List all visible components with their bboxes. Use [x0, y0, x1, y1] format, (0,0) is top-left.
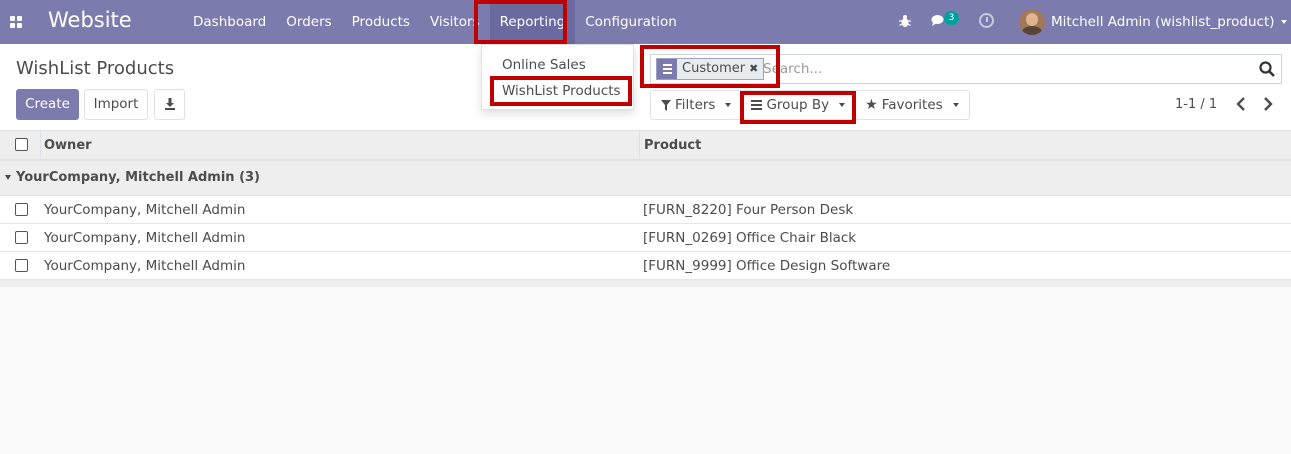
star-icon: ★: [865, 97, 878, 113]
menu-reporting[interactable]: Reporting: [489, 0, 576, 44]
search-icon[interactable]: [1259, 61, 1275, 77]
menu-orders[interactable]: Orders: [276, 0, 341, 44]
row-checkbox[interactable]: [15, 259, 28, 272]
table-row[interactable]: YourCompany, Mitchell Admin [FURN_8220] …: [0, 196, 1291, 224]
product-cell: [FURN_9999] Office Design Software: [643, 258, 891, 274]
filters-label: Filters: [675, 97, 716, 113]
facet-remove-icon[interactable]: ✖: [749, 59, 763, 79]
owner-cell: YourCompany, Mitchell Admin: [44, 258, 246, 274]
owner-cell: YourCompany, Mitchell Admin: [44, 202, 246, 218]
group-row[interactable]: YourCompany, Mitchell Admin (3): [0, 161, 1291, 196]
menu-wishlist-products[interactable]: WishList Products: [502, 83, 621, 99]
filter-icon: [661, 99, 671, 111]
facet-label: Customer: [682, 61, 746, 76]
group-label: YourCompany, Mitchell Admin (3): [5, 161, 260, 195]
group-by-button[interactable]: Group By: [741, 91, 855, 119]
reporting-dropdown: Online Sales WishList Products: [481, 44, 634, 110]
group-by-icon: [751, 100, 763, 110]
search-options: Filters Group By ★ Favorites: [650, 90, 970, 120]
group-label-text: YourCompany, Mitchell Admin (3): [16, 170, 260, 185]
caret-down-icon: [5, 175, 11, 180]
row-checkbox[interactable]: [15, 231, 28, 244]
main-menu: Dashboard Orders Products Visitors Repor…: [183, 0, 687, 44]
column-separator: [639, 131, 640, 161]
table-row[interactable]: YourCompany, Mitchell Admin [FURN_9999] …: [0, 252, 1291, 280]
chevron-left-icon[interactable]: [1231, 94, 1251, 114]
group-by-caret-icon: [839, 103, 846, 107]
filters-button[interactable]: Filters: [651, 91, 741, 119]
favorites-label: Favorites: [881, 97, 943, 113]
group-by-label: Group By: [766, 97, 830, 113]
top-navbar: Website Dashboard Orders Products Visito…: [0, 0, 1291, 44]
column-header-product[interactable]: Product: [644, 131, 701, 161]
pager-value[interactable]: 1-1 / 1: [1175, 97, 1217, 112]
activity-clock-icon[interactable]: [979, 13, 994, 28]
menu-online-sales[interactable]: Online Sales: [502, 57, 586, 73]
search-box: Customer ✖: [650, 54, 1282, 84]
search-input[interactable]: [763, 59, 1243, 79]
user-caret-icon: [1280, 20, 1287, 24]
user-menu[interactable]: Mitchell Admin (wishlist_product): [1051, 0, 1287, 44]
table-row[interactable]: YourCompany, Mitchell Admin [FURN_0269] …: [0, 224, 1291, 252]
select-all-checkbox[interactable]: [15, 138, 28, 151]
list-view: Owner Product YourCompany, Mitchell Admi…: [0, 131, 1291, 287]
chevron-right-icon[interactable]: [1258, 94, 1278, 114]
chat-count-badge: 3: [944, 11, 959, 25]
app-name[interactable]: Website: [48, 8, 132, 32]
control-panel: WishList Products Create Import Customer…: [0, 44, 1291, 131]
bug-icon[interactable]: [899, 14, 911, 28]
column-header-owner[interactable]: Owner: [44, 131, 92, 161]
product-cell: [FURN_0269] Office Chair Black: [643, 230, 857, 246]
column-separator: [40, 131, 41, 161]
menu-configuration[interactable]: Configuration: [575, 0, 687, 44]
export-button[interactable]: [154, 89, 185, 120]
user-avatar[interactable]: [1019, 9, 1045, 35]
table-header: Owner Product: [0, 131, 1291, 161]
create-button[interactable]: Create: [16, 89, 79, 120]
product-cell: [FURN_8220] Four Person Desk: [643, 202, 854, 218]
user-name-label: Mitchell Admin (wishlist_product): [1051, 14, 1275, 30]
filters-caret-icon: [725, 103, 732, 107]
row-checkbox[interactable]: [15, 203, 28, 216]
group-by-facet-icon: [657, 59, 677, 79]
search-facet-customer: Customer ✖: [656, 58, 765, 80]
menu-dashboard[interactable]: Dashboard: [183, 0, 276, 44]
owner-cell: YourCompany, Mitchell Admin: [44, 230, 246, 246]
menu-products[interactable]: Products: [342, 0, 420, 44]
favorites-caret-icon: [952, 103, 959, 107]
download-icon: [165, 98, 175, 110]
table-footer: [0, 280, 1291, 287]
apps-grid-icon[interactable]: [10, 16, 22, 28]
page-title: WishList Products: [16, 58, 175, 79]
import-button[interactable]: Import: [84, 89, 148, 120]
favorites-button[interactable]: ★ Favorites: [855, 91, 969, 119]
menu-visitors[interactable]: Visitors: [420, 0, 490, 44]
